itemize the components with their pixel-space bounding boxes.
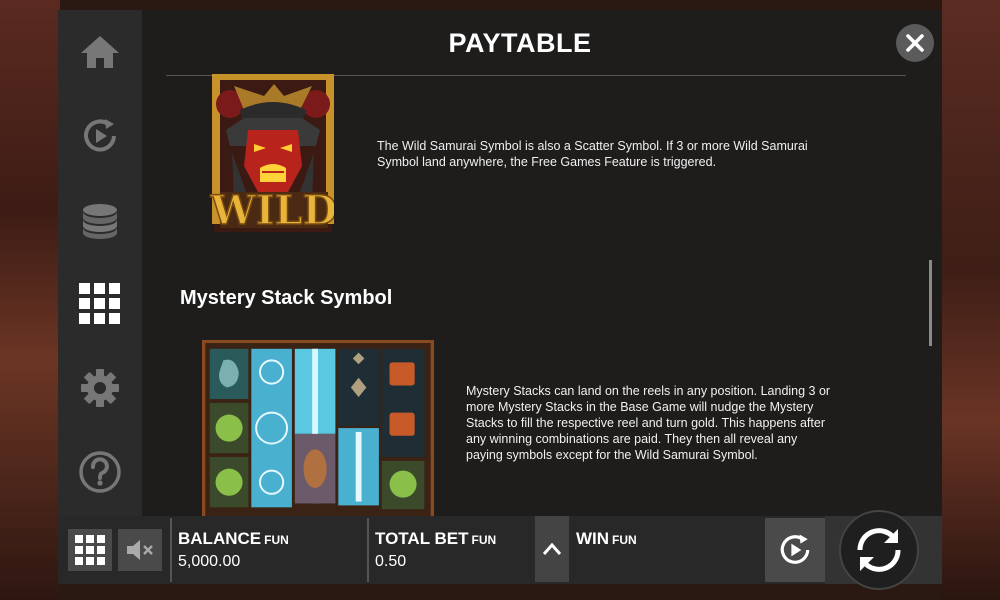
grid-icon xyxy=(79,283,120,324)
balance-display: BALANCE FUN 5,000.00 xyxy=(172,516,367,584)
speaker-muted-icon xyxy=(127,540,153,560)
balance-value: 5,000.00 xyxy=(178,553,241,570)
total-bet-label-row: TOTAL BET FUN xyxy=(375,529,496,549)
mystery-description: Mystery Stacks can land on the reels in … xyxy=(466,384,831,462)
spin-icon xyxy=(857,528,901,572)
chevron-up-icon xyxy=(542,542,562,555)
balance-currency: FUN xyxy=(264,533,289,547)
sidebar xyxy=(58,10,142,516)
win-display: WIN FUN xyxy=(570,516,760,584)
mute-button[interactable] xyxy=(118,529,162,571)
total-bet-currency: FUN xyxy=(471,533,497,547)
home-icon xyxy=(81,36,119,68)
autoplay-menu-button[interactable] xyxy=(58,94,142,178)
wild-samurai-symbol: WILD xyxy=(209,74,334,232)
bet-menu-button[interactable] xyxy=(58,178,142,262)
paytable-panel: PAYTABLE WILD The Wild Samurai Symbol is… xyxy=(142,10,942,516)
total-bet-value: 0.50 xyxy=(375,553,407,570)
wild-description: The Wild Samurai Symbol is also a Scatte… xyxy=(377,139,808,169)
bottom-bar: BALANCE FUN 5,000.00 TOTAL BET FUN 0.50 WI… xyxy=(58,510,942,590)
spin-area xyxy=(825,510,942,590)
coin-stack-icon xyxy=(83,204,117,239)
page-title: PAYTABLE xyxy=(448,28,592,58)
gear-icon xyxy=(81,369,119,407)
close-icon xyxy=(906,34,924,52)
help-icon xyxy=(79,451,121,493)
win-label-row: WIN FUN xyxy=(576,529,637,549)
settings-button[interactable] xyxy=(58,346,142,430)
background-left xyxy=(0,0,60,600)
scrollbar[interactable] xyxy=(929,260,932,346)
bet-expand-button[interactable] xyxy=(535,516,569,582)
background-right xyxy=(942,0,1000,600)
win-currency: FUN xyxy=(612,533,637,547)
play-circle-icon xyxy=(84,119,116,152)
total-bet-display: TOTAL BET FUN 0.50 xyxy=(369,516,534,584)
mystery-stack-image xyxy=(202,340,434,516)
menu-button[interactable] xyxy=(68,529,112,571)
grid-icon xyxy=(75,535,105,565)
wild-symbol-text: WILD xyxy=(210,187,334,232)
autoplay-icon xyxy=(780,534,810,564)
spin-button[interactable] xyxy=(839,510,919,590)
win-label: WIN xyxy=(576,529,610,548)
mystery-stack-heading: Mystery Stack Symbol xyxy=(180,287,393,309)
close-button[interactable] xyxy=(896,24,934,62)
home-button[interactable] xyxy=(58,10,142,94)
autoplay-button[interactable] xyxy=(765,518,825,582)
balance-label-row: BALANCE FUN xyxy=(178,529,289,549)
balance-label: BALANCE xyxy=(178,529,262,548)
help-button[interactable] xyxy=(58,430,142,514)
total-bet-label: TOTAL BET xyxy=(375,529,469,548)
paytable-menu-button[interactable] xyxy=(58,262,142,346)
